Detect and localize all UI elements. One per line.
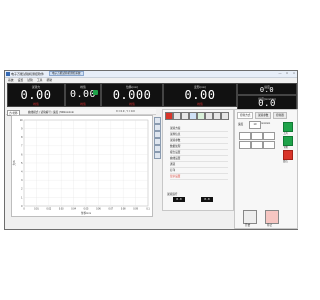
tab-control-mode[interactable]: 控制方式 bbox=[237, 112, 254, 119]
window-tabs: 电子万能试验机测控系统 bbox=[49, 71, 84, 76]
y-axis-label: 力/N bbox=[12, 160, 16, 165]
folder-icon[interactable] bbox=[181, 112, 189, 120]
x-tick-label: 0.06 bbox=[96, 208, 101, 211]
deformation-peak-label: 峰值 bbox=[197, 102, 203, 106]
speed-label: 速度 bbox=[238, 123, 244, 126]
speed-unit: mm/min bbox=[261, 122, 271, 125]
print-icon[interactable] bbox=[154, 145, 161, 152]
displacement-value: 0.000 bbox=[112, 88, 152, 102]
y-tick-label: 3 bbox=[21, 179, 23, 182]
run-icon[interactable] bbox=[197, 112, 205, 120]
menu-bar: 系统 设置 试验 工具 帮助 bbox=[5, 78, 300, 82]
stop-label: 停止 bbox=[267, 224, 273, 227]
x-tick-label: 0.04 bbox=[71, 208, 76, 211]
window-title: 电子万能试验机测控软件 bbox=[11, 72, 45, 76]
step-6-button[interactable] bbox=[263, 141, 275, 149]
x-tick-label: 0.01 bbox=[34, 208, 39, 211]
x-tick-label: 0.02 bbox=[46, 208, 51, 211]
run-status-label: 试验运行 bbox=[167, 193, 178, 196]
save-icon[interactable] bbox=[154, 152, 161, 159]
speed-value: 0.0 bbox=[259, 86, 275, 94]
y-tick-label: 7 bbox=[21, 145, 23, 148]
force-value: 0.00 bbox=[20, 88, 52, 102]
force-peak-label: 峰值 bbox=[33, 102, 39, 106]
close-button[interactable]: × bbox=[291, 71, 297, 76]
application-window: 电子万能试验机测控软件 电子万能试验机测控系统 — □ × 系统 设置 试验 工… bbox=[4, 70, 298, 230]
x-tick-label: 0.03 bbox=[59, 208, 64, 211]
title-bar: 电子万能试验机测控软件 电子万能试验机测控系统 — □ × bbox=[5, 71, 297, 78]
coordinate-readout: X = 0.0 , Y = 0.0 bbox=[116, 110, 135, 113]
control-panel: 控制方式 试验参数 控制器 速度 10 mm/min 上升 下降 复位 开始 停… bbox=[234, 109, 298, 229]
readout-a: 0.0 bbox=[173, 197, 185, 202]
displacement-panel: 位移(mm) 0.000 峰值 bbox=[101, 83, 163, 107]
x-tick-label: 0.1 bbox=[146, 208, 150, 211]
report-icon[interactable] bbox=[213, 112, 221, 120]
fit-icon[interactable] bbox=[154, 138, 161, 145]
tab-test-params[interactable]: 试验参数 bbox=[255, 112, 272, 119]
menu-tools[interactable]: 工具 bbox=[37, 78, 43, 82]
window-tab[interactable]: 电子万能试验机测控系统 bbox=[49, 71, 84, 76]
y-tick-label: 6 bbox=[21, 153, 23, 156]
x-axis-label: 位移/mm bbox=[81, 211, 91, 215]
speed-input[interactable]: 10 bbox=[249, 121, 261, 129]
tab-controller[interactable]: 控制器 bbox=[273, 112, 287, 119]
y-tick-label: 9 bbox=[21, 128, 23, 131]
down-label: 下降 bbox=[283, 146, 288, 149]
deformation-panel: 变形(mm) 0.00 峰值 bbox=[163, 83, 237, 107]
minimize-button[interactable]: — bbox=[277, 71, 283, 76]
settings-icon[interactable] bbox=[205, 112, 213, 120]
save-icon[interactable] bbox=[189, 112, 197, 120]
peak-unit: 峰值 bbox=[80, 102, 86, 106]
method-list: 试验方案 试样信息 试验参数 数据处理 报告设置 曲线设置 通道 打印 显示设置 bbox=[170, 126, 228, 180]
help-icon[interactable] bbox=[221, 112, 229, 120]
y-tick-label: 5 bbox=[21, 162, 23, 165]
y-tick-label: 2 bbox=[21, 188, 23, 191]
curve-chart[interactable]: 0 0.01 0.02 0.03 0.04 0.05 0.06 0.07 0.08 0.09 0.1… bbox=[11, 115, 153, 217]
x-tick-label: 0.07 bbox=[108, 208, 113, 211]
zoom-out-icon[interactable] bbox=[154, 124, 161, 131]
method-panel: 试验方案 试样信息 试验参数 数据处理 报告设置 曲线设置 通道 打印 显示设置… bbox=[162, 109, 234, 211]
displacement-peak-label: 峰值 bbox=[129, 102, 135, 106]
step-4-button[interactable] bbox=[239, 141, 251, 149]
run-status: 试验运行 0.0 0.0 bbox=[167, 192, 229, 204]
readout-b: 0.0 bbox=[201, 197, 213, 202]
menu-help[interactable]: 帮助 bbox=[46, 78, 52, 82]
menu-system[interactable]: 系统 bbox=[8, 78, 14, 82]
y-tick-label: 10 bbox=[20, 119, 23, 122]
x-tick-label: 0 bbox=[23, 208, 25, 211]
clear-peak-button[interactable] bbox=[93, 90, 98, 95]
zoom-in-icon[interactable] bbox=[154, 117, 161, 124]
speed-panel: 速度 0.0 bbox=[237, 83, 297, 95]
step-2-button[interactable] bbox=[251, 132, 263, 140]
rate-value: 0.0 bbox=[258, 99, 276, 109]
curve-info: 曲线模式 | 试验编号 | 速度 | 500mm/min bbox=[28, 111, 74, 114]
y-tick-label: 1 bbox=[21, 196, 23, 199]
y-tick-label: 4 bbox=[21, 171, 23, 174]
menu-test[interactable]: 试验 bbox=[27, 78, 33, 82]
menu-settings[interactable]: 设置 bbox=[18, 78, 24, 82]
peak-panel: 峰值 0.00 峰值 bbox=[65, 83, 101, 107]
step-1-button[interactable] bbox=[239, 132, 251, 140]
x-tick-label: 0.08 bbox=[121, 208, 126, 211]
reset-label: 复位 bbox=[283, 160, 288, 163]
deformation-value: 0.00 bbox=[184, 88, 216, 102]
stop-icon[interactable] bbox=[165, 112, 173, 120]
step-3-button[interactable] bbox=[263, 132, 275, 140]
app-icon bbox=[6, 71, 10, 76]
stop-button[interactable] bbox=[265, 210, 279, 224]
document-icon[interactable] bbox=[173, 112, 181, 120]
x-tick-label: 0.05 bbox=[84, 208, 89, 211]
force-panel: 试验力 0.00 峰值 bbox=[7, 83, 65, 107]
step-5-button[interactable] bbox=[251, 141, 263, 149]
y-tick-label: 8 bbox=[21, 136, 23, 139]
x-tick-label: 0.09 bbox=[133, 208, 138, 211]
start-button[interactable] bbox=[243, 210, 257, 224]
up-label: 上升 bbox=[283, 132, 288, 135]
start-label: 开始 bbox=[245, 224, 251, 227]
maximize-button[interactable]: □ bbox=[284, 71, 290, 76]
list-item[interactable]: 显示设置 bbox=[170, 174, 228, 180]
chart-svg: 0 0.01 0.02 0.03 0.04 0.05 0.06 0.07 0.08 0.09 0.1… bbox=[12, 119, 150, 215]
pan-icon[interactable] bbox=[154, 131, 161, 138]
